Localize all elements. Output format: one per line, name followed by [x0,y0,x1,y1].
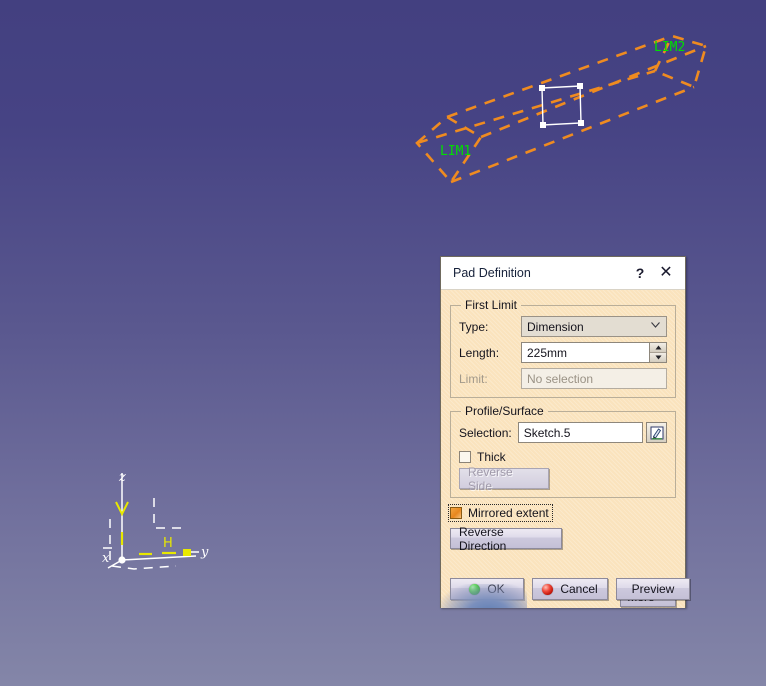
length-input[interactable]: 225mm [521,342,649,363]
preview-button[interactable]: Preview [616,578,690,600]
stepper-down-icon[interactable] [650,353,666,362]
cancel-button-label: Cancel [560,582,598,596]
pad-definition-dialog[interactable]: Pad Definition ? ✕ First Limit Type: Dim… [440,256,690,608]
dialog-title: Pad Definition [453,266,531,280]
red-led-icon [542,583,554,595]
limit-label-lim1: LIM1 [440,144,472,159]
reverse-side-button[interactable]: Reverse Side [459,465,549,493]
thick-label: Thick [477,450,506,464]
axis-label-x: x [102,551,110,566]
type-row: Type: Dimension [459,316,667,337]
mirrored-extent-checkbox[interactable] [450,507,462,519]
profile-surface-group: Profile/Surface Selection: Sketch.5 Thic… [450,404,676,498]
reverse-direction-button[interactable]: Reverse Direction [450,525,562,553]
axis-label-y: y [201,545,209,560]
selection-row: Selection: Sketch.5 [459,422,667,443]
length-stepper[interactable] [649,342,667,363]
thick-checkbox[interactable] [459,451,471,463]
close-icon[interactable]: ✕ [653,260,679,286]
selection-input[interactable]: Sketch.5 [517,422,643,443]
type-select-value: Dimension [527,319,584,334]
length-row: Length: 225mm [459,342,667,363]
green-led-icon [469,583,481,595]
cancel-button[interactable]: Cancel [532,578,608,600]
type-label: Type: [459,319,489,334]
thick-row[interactable]: Thick [459,450,667,464]
selection-label: Selection: [459,425,512,440]
ok-button-label: OK [487,582,505,596]
limit-row: Limit: No selection [459,368,667,389]
dialog-body: First Limit Type: Dimension Length: 225m… [441,290,690,608]
ok-button[interactable]: OK [450,578,524,600]
length-field[interactable]: 225mm [521,342,667,363]
first-limit-legend: First Limit [465,298,517,312]
3d-viewport[interactable]: LIM1 LIM2 x y z H Pad Definition ? ✕ Fir… [0,0,766,686]
axis-label-z: z [119,470,126,485]
mirrored-extent-label: Mirrored extent [468,506,549,520]
chevron-down-icon [651,322,660,328]
length-label: Length: [459,345,500,360]
mirrored-extent-row[interactable]: Mirrored extent [448,504,553,522]
limit-label-lim2: LIM2 [654,40,686,55]
profile-surface-legend: Profile/Surface [465,404,544,418]
first-limit-group: First Limit Type: Dimension Length: 225m… [450,298,676,398]
stepper-up-icon[interactable] [650,343,666,353]
sketch-pencil-icon[interactable] [646,422,667,443]
limit-input[interactable]: No selection [521,368,667,389]
axis-label-h: H [163,536,173,551]
limit-label: Limit: [459,371,488,386]
dialog-titlebar[interactable]: Pad Definition ? ✕ [441,257,685,290]
dialog-footer: OK Cancel Preview [450,578,690,600]
question-mark-icon[interactable]: ? [627,261,653,285]
type-select[interactable]: Dimension [521,316,667,337]
